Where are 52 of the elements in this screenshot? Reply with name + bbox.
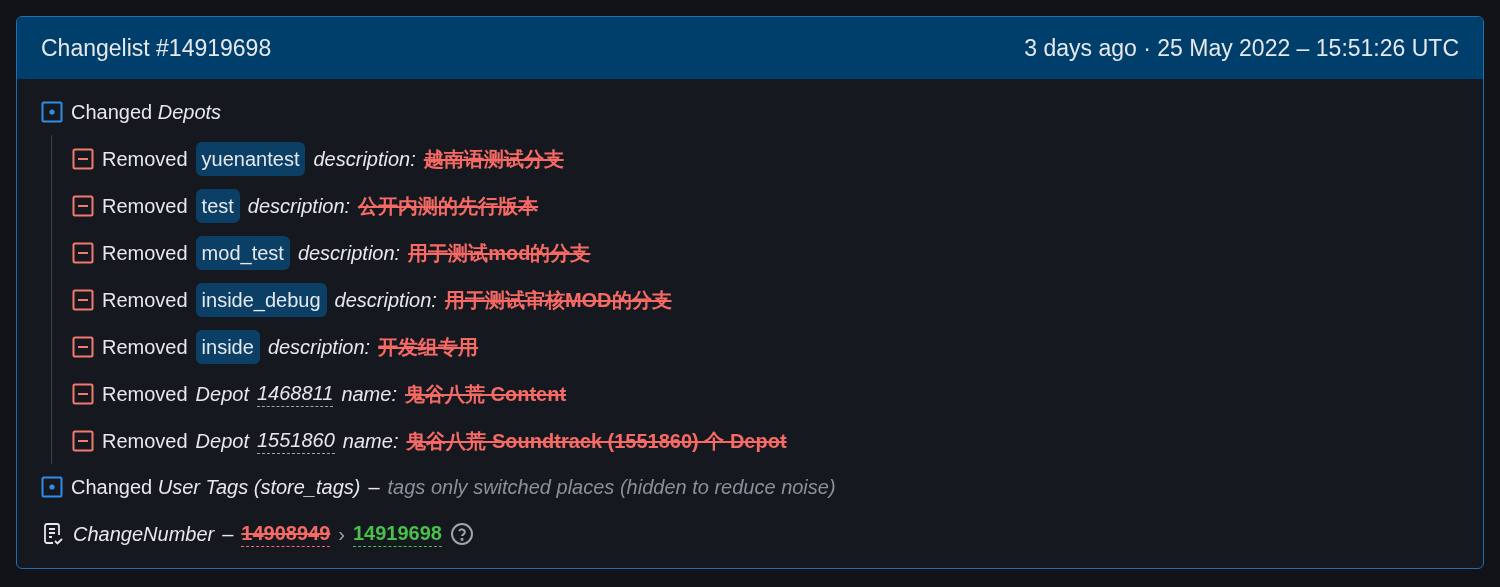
separator: – <box>222 522 234 547</box>
field-label: description: <box>267 334 371 360</box>
old-number: 14908949 <box>241 521 331 547</box>
separator: – <box>368 475 380 500</box>
branch-tag: inside_debug <box>195 282 327 317</box>
field-label: ChangeNumber <box>73 522 215 547</box>
removed-icon <box>72 194 94 217</box>
field-label: name: <box>341 381 397 407</box>
branch-tag: test <box>195 188 240 223</box>
action-label: Removed <box>102 287 188 313</box>
removed-icon <box>72 335 94 358</box>
section-title: Changed Depots <box>71 100 222 125</box>
section-note: tags only switched places (hidden to reduce noise) <box>387 475 836 500</box>
depot-id: 1551860 <box>257 427 335 454</box>
depot-id: 1468811 <box>257 380 334 407</box>
removed-icon <box>72 429 94 452</box>
removed-icon <box>72 382 94 405</box>
depot-label: Depot <box>195 428 249 454</box>
section-title: Changed User Tags (store_tags) <box>71 475 361 500</box>
old-value: 鬼谷八荒 Soundtrack (1551860) 个 Depot <box>406 428 787 454</box>
branch-tag: inside <box>195 329 260 364</box>
changed-icon <box>41 101 63 123</box>
document-check-icon <box>41 522 65 546</box>
timestamp: 3 days ago · 25 May 2022 – 15:51:26 UTC <box>1024 33 1459 63</box>
field-label: description: <box>297 240 401 266</box>
depot-label: Depot <box>195 381 249 407</box>
changelist-title: Changelist #14919698 <box>41 33 272 63</box>
removed-icon <box>72 241 94 264</box>
action-label: Removed <box>102 428 188 454</box>
branch-tag: yuenantest <box>195 141 306 176</box>
action-label: Removed <box>102 334 188 360</box>
old-value: 用于测试审核MOD的分支 <box>444 287 672 313</box>
removed-icon <box>72 147 94 170</box>
help-icon[interactable] <box>449 522 474 546</box>
field-label: description: <box>247 193 351 219</box>
action-label: Removed <box>102 193 188 219</box>
field-label: description: <box>334 287 437 313</box>
field-label: name: <box>342 428 399 454</box>
action-label: Removed <box>102 240 188 266</box>
old-value: 公开内测的先行版本 <box>358 193 539 219</box>
action-label: Removed <box>102 381 188 407</box>
old-value: 越南语测试分支 <box>423 146 564 172</box>
removed-icon <box>72 288 94 311</box>
old-value: 鬼谷八荒 Content <box>404 381 567 407</box>
changed-icon <box>41 476 63 498</box>
old-value: 开发组专用 <box>378 334 479 360</box>
field-label: description: <box>313 146 416 172</box>
new-number: 14919698 <box>353 521 442 547</box>
arrow: › <box>338 522 345 547</box>
old-value: 用于测试mod的分支 <box>408 240 591 266</box>
branch-tag: mod_test <box>195 235 290 270</box>
action-label: Removed <box>102 146 188 172</box>
